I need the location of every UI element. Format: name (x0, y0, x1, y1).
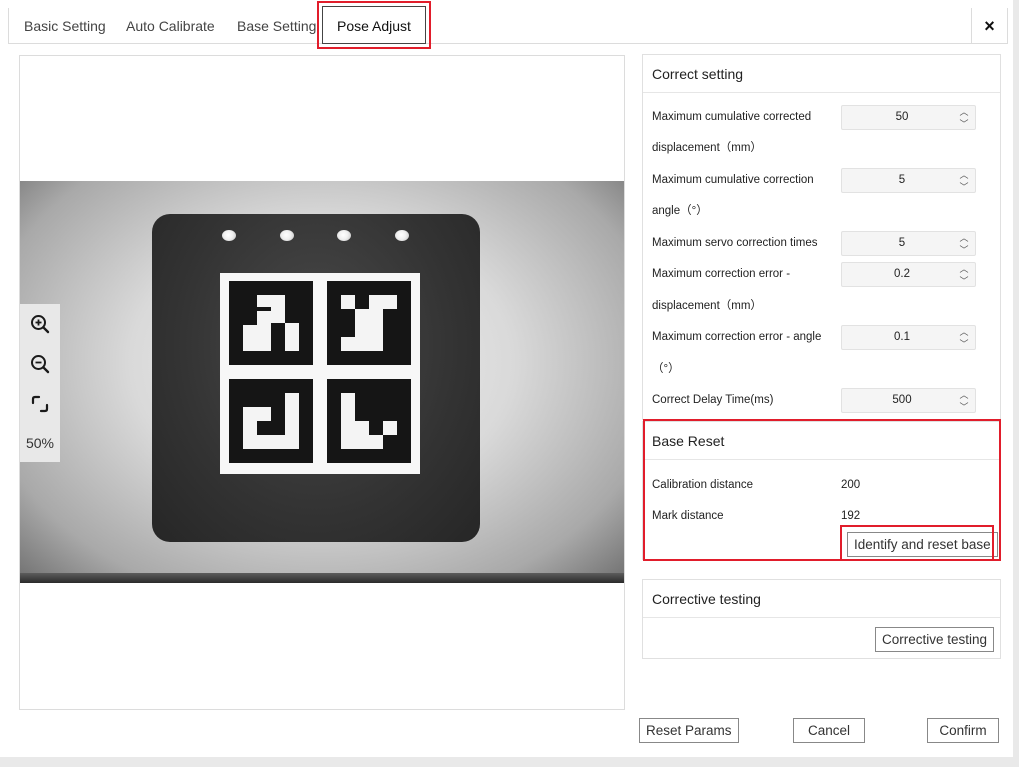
chevron-up-icon[interactable]: ︿ (959, 233, 968, 243)
camera-image-viewer[interactable]: 50% (19, 55, 625, 710)
right-panel: Correct setting Maximum cumulative corre… (642, 54, 1002, 659)
field-label: Maximum correction error - (652, 268, 791, 280)
chevron-up-icon[interactable]: ︿ (959, 264, 968, 274)
correct-delay-time-stepper[interactable]: 500 ︿ ﹀ (841, 388, 976, 413)
zoom-toolbar: 50% (20, 304, 60, 462)
zoom-in-button[interactable] (20, 304, 60, 344)
board-hole (337, 230, 351, 241)
base-reset-section: Base Reset Calibration distance 200 Mark… (642, 421, 1001, 560)
mark-distance-value: 192 (841, 510, 861, 522)
calibration-distance-label: Calibration distance (652, 479, 754, 491)
chevron-up-icon[interactable]: ︿ (959, 107, 968, 117)
aruco-markers (220, 273, 420, 474)
tab-basic-setting[interactable]: Basic Setting (10, 8, 120, 44)
calibration-distance-value: 200 (841, 479, 861, 491)
zoom-out-button[interactable] (20, 344, 60, 384)
field-label: Correct Delay Time(ms) (652, 394, 774, 406)
base-reset-title: Base Reset (643, 422, 1000, 460)
identify-reset-base-button[interactable]: Identify and reset base (847, 532, 998, 557)
cancel-button[interactable]: Cancel (793, 718, 865, 743)
image-bottom-edge (20, 573, 624, 583)
zoom-in-icon (31, 315, 50, 334)
stepper-value[interactable]: 5 (842, 232, 962, 255)
max-servo-correction-times-stepper[interactable]: 5 ︿ ﹀ (841, 231, 976, 256)
tab-base-setting[interactable]: Base Setting (223, 8, 330, 44)
field-label: displacement（mm） (652, 142, 762, 154)
camera-image (20, 181, 624, 583)
board-hole (222, 230, 236, 241)
field-label: displacement（mm） (652, 300, 762, 312)
chevron-up-icon[interactable]: ︿ (959, 170, 968, 180)
tab-bar: Basic Setting Auto Calibrate Base Settin… (8, 1, 1008, 49)
confirm-button[interactable]: Confirm (927, 718, 999, 743)
calibration-board (152, 214, 480, 542)
stepper-value[interactable]: 500 (842, 389, 962, 412)
chevron-up-icon[interactable]: ︿ (959, 390, 968, 400)
field-label: Maximum servo correction times (652, 237, 818, 249)
tab-auto-calibrate[interactable]: Auto Calibrate (112, 8, 229, 44)
correct-setting-title: Correct setting (643, 55, 1000, 93)
field-label: （°） (652, 363, 680, 375)
fit-screen-icon (31, 395, 49, 413)
max-cumulative-displacement-stepper[interactable]: 50 ︿ ﹀ (841, 105, 976, 130)
close-button[interactable]: × (971, 8, 1007, 44)
board-hole (395, 230, 409, 241)
chevron-down-icon[interactable]: ﹀ (959, 245, 968, 255)
chevron-down-icon[interactable]: ﹀ (959, 119, 968, 129)
field-label: Maximum cumulative correction (652, 174, 814, 186)
corrective-testing-section: Corrective testing Corrective testing (642, 579, 1001, 659)
field-label: Maximum correction error - angle (652, 331, 822, 343)
fit-screen-button[interactable] (20, 384, 60, 424)
reset-params-button[interactable]: Reset Params (639, 718, 739, 743)
chevron-down-icon[interactable]: ﹀ (959, 402, 968, 412)
chevron-down-icon[interactable]: ﹀ (959, 276, 968, 286)
tab-pose-adjust[interactable]: Pose Adjust (317, 1, 431, 49)
stepper-value[interactable]: 50 (842, 106, 962, 129)
stepper-value[interactable]: 0.1 (842, 326, 962, 349)
max-error-angle-stepper[interactable]: 0.1 ︿ ﹀ (841, 325, 976, 350)
zoom-out-icon (31, 355, 50, 374)
chevron-up-icon[interactable]: ︿ (959, 327, 968, 337)
stepper-value[interactable]: 5 (842, 169, 962, 192)
mark-distance-label: Mark distance (652, 510, 724, 522)
zoom-level-text: 50% (25, 435, 55, 451)
aruco-marker (327, 379, 411, 463)
corrective-testing-button[interactable]: Corrective testing (875, 627, 995, 652)
stepper-value[interactable]: 0.2 (842, 263, 962, 286)
field-label: angle（°） (652, 205, 708, 217)
correct-setting-section: Correct setting Maximum cumulative corre… (642, 54, 1001, 420)
field-label: Maximum cumulative corrected (652, 111, 812, 123)
corrective-testing-title: Corrective testing (643, 580, 1000, 618)
close-icon: × (984, 16, 995, 36)
board-hole (280, 230, 294, 241)
max-cumulative-angle-stepper[interactable]: 5 ︿ ﹀ (841, 168, 976, 193)
aruco-marker (229, 379, 313, 463)
aruco-marker (327, 281, 411, 365)
aruco-marker (229, 281, 313, 365)
max-error-displacement-stepper[interactable]: 0.2 ︿ ﹀ (841, 262, 976, 287)
chevron-down-icon[interactable]: ﹀ (959, 339, 968, 349)
pose-adjust-dialog: Basic Setting Auto Calibrate Base Settin… (0, 0, 1013, 757)
chevron-down-icon[interactable]: ﹀ (959, 182, 968, 192)
